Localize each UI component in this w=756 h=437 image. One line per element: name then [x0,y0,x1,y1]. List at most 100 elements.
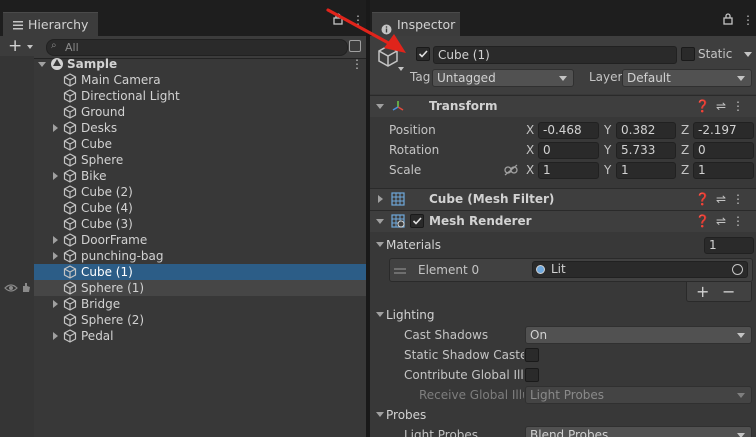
expand-arrow-icon[interactable] [53,124,58,132]
receive-gi-label-clip: Receive Global Illumination [419,387,524,403]
component-menu-icon[interactable]: ⋮ [732,214,750,228]
rotation-z-field[interactable]: 0 [693,142,754,159]
static-checkbox[interactable] [681,47,695,61]
scale-y-field[interactable]: 1 [616,162,676,179]
hierarchy-item-label: Sphere (2) [81,313,145,327]
axis-y-label[interactable]: Y [604,143,611,157]
remove-element-button[interactable]: − [722,282,735,301]
position-label: Position [389,123,436,137]
hierarchy-item[interactable]: Bike [0,168,366,184]
hierarchy-item[interactable]: Cube (3) [0,216,366,232]
hierarchy-item[interactable]: Sphere (2) [0,312,366,328]
axis-z-label[interactable]: Z [681,143,689,157]
scale-z-field[interactable]: 1 [693,162,754,179]
rotation-x-field[interactable]: 0 [538,142,599,159]
scene-expand-arrow[interactable] [38,62,46,67]
material-sphere-icon [536,265,545,274]
axis-z-label[interactable]: Z [681,163,689,177]
hierarchy-item[interactable]: Cube (1) [0,264,366,280]
drag-handle-icon[interactable] [394,264,406,278]
transform-header-icons: ❓⇌⋮ [695,99,750,113]
search-input[interactable]: ⌕ All [46,39,348,56]
hierarchy-item[interactable]: Main Camera [0,72,366,88]
static-dropdown-arrow[interactable] [744,52,752,57]
icon-dropdown-arrow[interactable] [398,67,404,71]
position-x-field[interactable]: -0.468 [538,122,599,139]
add-element-button[interactable]: + [696,282,709,301]
visibility-eye-icon[interactable] [4,282,18,296]
expand-arrow-icon[interactable] [53,252,58,260]
hierarchy-item[interactable]: Cube (2) [0,184,366,200]
hierarchy-item[interactable]: Sphere (1) [0,280,366,296]
lighting-foldout-arrow[interactable] [376,312,384,317]
axis-x-label[interactable]: X [526,123,534,137]
receive-gi-dropdown: Light Probes [525,386,752,404]
scale-x-field[interactable]: 1 [538,162,599,179]
axis-y-label[interactable]: Y [604,163,611,177]
probes-foldout-arrow[interactable] [376,412,384,417]
inspector-kebab-icon[interactable]: ⋮ [742,13,754,27]
layer-dropdown-arrow [737,76,745,81]
static-shadow-checkbox[interactable] [525,348,539,362]
component-menu-icon[interactable]: ⋮ [732,192,750,206]
mesh-renderer-enabled-checkbox[interactable] [410,214,424,228]
tab-hierarchy[interactable]: Hierarchy [3,12,98,36]
hierarchy-item[interactable]: Pedal [0,328,366,344]
component-menu-icon[interactable]: ⋮ [732,99,750,113]
inspector-lock-icon[interactable] [723,13,733,28]
rotation-y-field[interactable]: 5.733 [616,142,676,159]
layer-dropdown[interactable]: Default [622,69,752,87]
add-dropdown-chevron-icon[interactable] [27,45,33,49]
presets-sliders-icon[interactable]: ⇌ [716,99,732,113]
scene-row[interactable]: Sample ⋮ [0,56,366,72]
expand-arrow-icon[interactable] [53,172,58,180]
axis-x-label[interactable]: X [526,143,534,157]
hierarchy-item[interactable]: DoorFrame [0,232,366,248]
expand-arrow-icon[interactable] [53,332,58,340]
help-icon[interactable]: ❓ [695,214,716,228]
mesh-renderer-header[interactable]: Mesh Renderer ❓⇌⋮ [370,210,756,232]
axis-y-label[interactable]: Y [604,123,611,137]
help-icon[interactable]: ❓ [695,192,716,206]
transform-foldout-arrow[interactable] [376,104,384,109]
axis-x-label[interactable]: X [526,163,534,177]
contribute-gi-checkbox[interactable] [525,368,539,382]
hierarchy-item[interactable]: Desks [0,120,366,136]
light-probes-arrow [737,433,745,437]
presets-sliders-icon[interactable]: ⇌ [716,192,732,206]
hierarchy-item[interactable]: Cube (4) [0,200,366,216]
presets-sliders-icon[interactable]: ⇌ [716,214,732,228]
mesh-filter-foldout-arrow[interactable] [378,195,383,203]
light-probes-dropdown[interactable]: Blend Probes [525,426,752,437]
object-name-field[interactable]: Cube (1) [433,46,677,64]
axis-z-label[interactable]: Z [681,123,689,137]
cast-shadows-dropdown[interactable]: On [525,326,752,344]
position-y-field[interactable]: 0.382 [616,122,676,139]
expand-arrow-icon[interactable] [53,300,58,308]
element0-label: Element 0 [418,263,480,277]
hierarchy-item[interactable]: Directional Light [0,88,366,104]
hierarchy-item[interactable]: Ground [0,104,366,120]
mesh-renderer-foldout-arrow[interactable] [376,219,384,224]
hierarchy-item[interactable]: Sphere [0,152,366,168]
hierarchy-item-label: Desks [81,121,118,135]
constrain-proportions-link-icon[interactable] [504,164,518,179]
materials-foldout-arrow[interactable] [376,242,384,247]
rotation-label: Rotation [389,143,440,157]
pickability-hand-icon[interactable] [20,281,32,296]
object-picker-icon[interactable] [732,264,743,275]
add-button[interactable]: + [8,36,22,56]
materials-count-field[interactable]: 1 [704,237,754,254]
tag-dropdown[interactable]: Untagged [432,69,574,87]
transform-header[interactable]: Transform ❓⇌⋮ [370,95,756,117]
hierarchy-item[interactable]: Cube [0,136,366,152]
expand-arrow-icon[interactable] [53,236,58,244]
element0-material-field[interactable]: Lit [532,261,748,278]
layer-value: Default [627,71,671,85]
hierarchy-item[interactable]: punching-bag [0,248,366,264]
mesh-filter-header[interactable]: Cube (Mesh Filter) ❓⇌⋮ [370,188,756,210]
help-icon[interactable]: ❓ [695,99,716,113]
hierarchy-item[interactable]: Bridge [0,296,366,312]
mesh-renderer-title: Mesh Renderer [429,214,532,228]
position-z-field[interactable]: -2.197 [693,122,754,139]
